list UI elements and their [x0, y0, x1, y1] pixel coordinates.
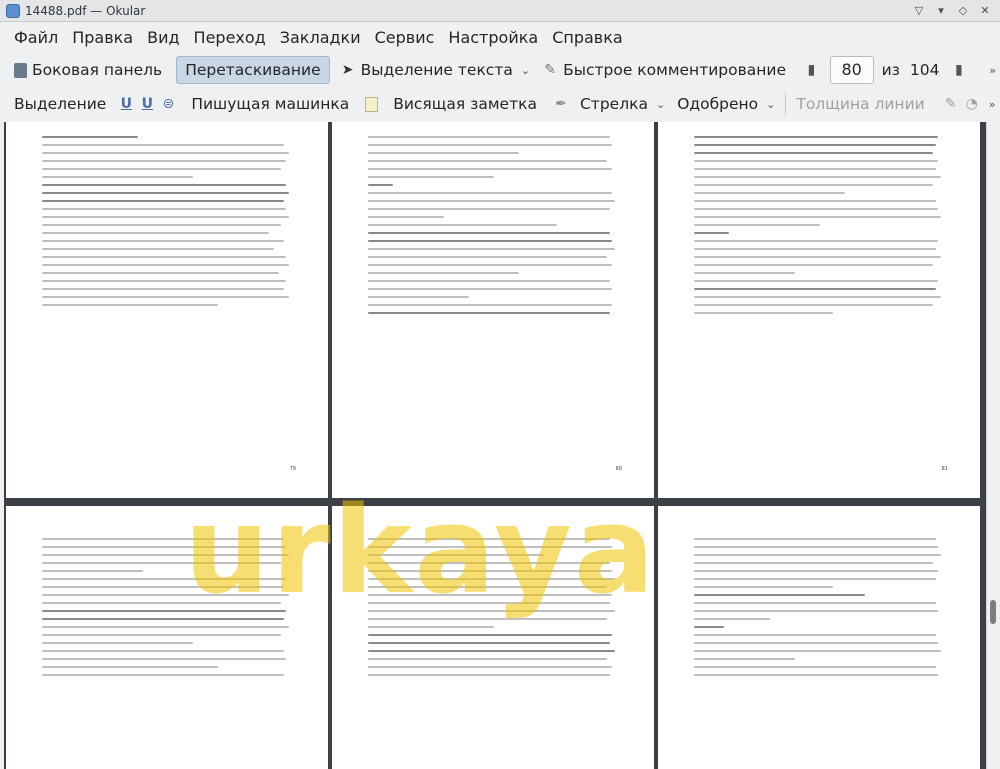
menu-settings[interactable]: Настройка — [442, 28, 544, 47]
quick-annotation-button[interactable]: ✎ Быстрое комментирование — [538, 56, 790, 84]
squiggly-underline-icon[interactable]: U — [139, 96, 155, 112]
minimize-icon[interactable]: ▾ — [934, 4, 948, 18]
sidebar-button[interactable]: Боковая панель — [10, 56, 166, 84]
highlight-label: Выделение — [14, 95, 107, 113]
okular-app-icon — [6, 3, 20, 18]
opacity-icon[interactable]: ◔ — [964, 96, 980, 112]
menu-bar: Файл Правка Вид Переход Закладки Сервис … — [0, 22, 1000, 52]
window-title: 14488.pdf — Okular — [25, 3, 146, 18]
annotation-color-icon[interactable]: ✎ — [943, 96, 959, 112]
arrow-tool-button[interactable]: ✒ Стрелка — [549, 90, 652, 118]
page-84 — [658, 506, 980, 769]
annotation-toolbar-overflow-icon[interactable]: » — [989, 98, 996, 111]
page-total-label: 104 — [909, 61, 940, 79]
approved-label: Одобрено — [677, 95, 759, 113]
close-icon[interactable]: ✕ — [978, 4, 992, 18]
menu-go[interactable]: Переход — [188, 28, 272, 47]
text-select-dropdown-icon[interactable]: ⌄ — [521, 64, 530, 77]
page-82 — [6, 506, 328, 769]
arrow-label: Стрелка — [579, 95, 648, 113]
page-83 — [332, 506, 654, 769]
menu-tools[interactable]: Сервис — [369, 28, 441, 47]
note-icon — [365, 96, 379, 112]
annotation-toolbar: Выделение U U ⊜ Пишущая машинка Висящая … — [0, 88, 1000, 120]
popup-note-tool-button[interactable]: Висящая заметка — [361, 90, 541, 118]
menu-view[interactable]: Вид — [141, 28, 185, 47]
text-select-label: Выделение текста — [360, 61, 513, 79]
line-width-label: Толщина линии — [796, 95, 925, 113]
scrollbar-thumb[interactable] — [990, 600, 996, 624]
menu-bookmarks[interactable]: Закладки — [274, 28, 367, 47]
page-80: 80 — [332, 122, 654, 498]
maximize-icon[interactable]: ◇ — [956, 4, 970, 18]
menu-help[interactable]: Справка — [546, 28, 629, 47]
stamp-dropdown-icon[interactable]: ⌄ — [766, 98, 775, 111]
underline-icon[interactable]: U — [118, 96, 134, 112]
page-of-label: из — [881, 61, 900, 79]
page-number-80: 80 — [615, 466, 622, 472]
text-select-tool-button[interactable]: ➤ Выделение текста — [336, 56, 517, 84]
arrow-dropdown-icon[interactable]: ⌄ — [656, 98, 665, 111]
pencil-icon: ✎ — [544, 62, 556, 78]
typewriter-tool-button[interactable]: Пишущая машинка — [187, 90, 353, 118]
page-number-input[interactable]: 80 — [829, 56, 874, 84]
toolbar-separator — [785, 93, 787, 115]
page-number-81: 81 — [941, 466, 948, 472]
browse-tool-button[interactable]: Перетаскивание — [176, 56, 330, 84]
okular-window: 14488.pdf — Okular ▽ ▾ ◇ ✕ Файл Правка В… — [0, 0, 1000, 769]
text-cursor-icon: ➤ — [341, 62, 354, 78]
arrow-tool-icon: ✒ — [555, 96, 567, 112]
menu-edit[interactable]: Правка — [66, 28, 139, 47]
sidebar-icon — [14, 62, 27, 78]
browse-tool-label: Перетаскивание — [185, 61, 321, 79]
page-79: 79 — [6, 122, 328, 498]
strikeout-icon[interactable]: ⊜ — [160, 96, 176, 112]
document-viewport[interactable]: 79 80 81 urkaya — [4, 122, 986, 769]
sidebar-label: Боковая панель — [32, 61, 163, 79]
previous-page-icon[interactable]: ▮ — [806, 62, 817, 78]
next-page-icon[interactable]: ▮ — [953, 62, 964, 78]
page-number-79: 79 — [289, 466, 296, 472]
highlight-tool-button[interactable]: Выделение — [10, 90, 110, 118]
toolbar-overflow-icon[interactable]: » — [989, 64, 996, 77]
vertical-scrollbar[interactable] — [986, 122, 1000, 769]
main-toolbar: Боковая панель Перетаскивание ➤ Выделени… — [0, 53, 1000, 87]
quick-annotation-label: Быстрое комментирование — [563, 61, 786, 79]
typewriter-label: Пишущая машинка — [191, 95, 350, 113]
title-bar: 14488.pdf — Okular ▽ ▾ ◇ ✕ — [0, 0, 1000, 22]
popup-note-label: Висящая заметка — [393, 95, 537, 113]
keep-above-icon[interactable]: ▽ — [912, 4, 926, 18]
line-width-button[interactable]: Толщина линии — [792, 90, 928, 118]
page-81: 81 — [658, 122, 980, 498]
menu-file[interactable]: Файл — [8, 28, 64, 47]
stamp-tool-button[interactable]: Одобрено — [673, 90, 762, 118]
